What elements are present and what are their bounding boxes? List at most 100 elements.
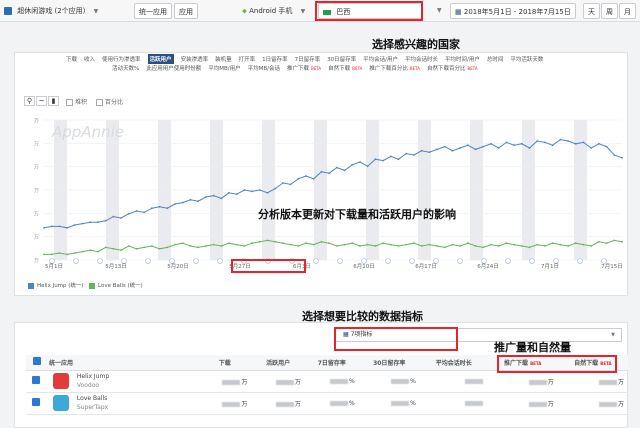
data-point[interactable] (590, 147, 593, 149)
data-point[interactable] (451, 243, 454, 246)
data-point[interactable] (328, 172, 331, 175)
data-point[interactable] (258, 189, 261, 191)
data-point[interactable] (127, 212, 130, 215)
version-marker-icon[interactable] (553, 258, 559, 264)
version-marker-icon[interactable] (49, 258, 55, 264)
data-point[interactable] (266, 239, 269, 242)
data-point[interactable] (158, 247, 161, 250)
data-point[interactable] (120, 249, 122, 252)
row-checkbox[interactable] (26, 392, 48, 415)
version-marker-icon[interactable] (481, 258, 487, 264)
data-point[interactable] (459, 245, 462, 247)
data-point[interactable] (497, 245, 500, 247)
data-point[interactable] (150, 207, 153, 210)
version-marker-icon[interactable] (193, 258, 199, 264)
data-point[interactable] (312, 177, 315, 180)
data-point[interactable] (497, 147, 500, 149)
data-point[interactable] (466, 144, 469, 147)
row-checkbox[interactable] (26, 370, 48, 393)
data-point[interactable] (413, 242, 415, 245)
data-point[interactable] (520, 245, 523, 247)
column-header-30d-retention[interactable]: 30日留存率 (358, 355, 420, 371)
data-point[interactable] (297, 177, 300, 180)
data-point[interactable] (405, 152, 408, 155)
data-point[interactable] (243, 245, 246, 247)
data-point[interactable] (574, 242, 577, 245)
version-marker-icon[interactable] (121, 258, 127, 264)
version-marker-icon[interactable] (529, 258, 535, 264)
data-point[interactable] (459, 147, 462, 149)
data-point[interactable] (397, 158, 400, 161)
data-point[interactable] (243, 189, 246, 191)
app-name[interactable]: Love Balls (77, 395, 107, 402)
data-point[interactable] (197, 246, 200, 249)
data-point[interactable] (544, 141, 546, 144)
data-point[interactable] (613, 239, 616, 242)
data-point[interactable] (335, 166, 338, 169)
version-marker-icon[interactable] (97, 258, 103, 264)
data-point[interactable] (605, 145, 608, 148)
data-point[interactable] (513, 144, 516, 147)
data-point[interactable] (189, 245, 192, 247)
data-point[interactable] (605, 242, 608, 245)
data-point[interactable] (320, 240, 323, 243)
version-marker-icon[interactable] (169, 258, 175, 264)
version-marker-icon[interactable] (73, 258, 79, 264)
data-point[interactable] (505, 242, 508, 245)
version-marker-icon[interactable] (409, 258, 415, 264)
data-point[interactable] (382, 159, 384, 162)
data-point[interactable] (81, 222, 84, 225)
data-point[interactable] (181, 242, 184, 245)
data-point[interactable] (297, 245, 300, 247)
data-point[interactable] (536, 243, 539, 246)
data-point[interactable] (274, 187, 277, 190)
data-point[interactable] (66, 226, 69, 229)
version-marker-icon[interactable] (457, 258, 463, 264)
version-marker-icon[interactable] (313, 258, 319, 264)
data-point[interactable] (374, 158, 377, 161)
data-point[interactable] (266, 191, 269, 194)
data-point[interactable] (228, 191, 230, 194)
data-point[interactable] (235, 243, 238, 246)
data-point[interactable] (189, 198, 192, 201)
data-point[interactable] (574, 142, 577, 145)
data-point[interactable] (66, 253, 69, 256)
data-point[interactable] (436, 245, 438, 247)
version-marker-icon[interactable] (145, 258, 151, 264)
data-point[interactable] (351, 242, 354, 245)
data-point[interactable] (112, 215, 115, 218)
data-point[interactable] (97, 221, 99, 224)
data-point[interactable] (366, 243, 369, 246)
column-header-7d-retention[interactable]: 7日留存率 (304, 355, 359, 371)
data-point[interactable] (204, 245, 207, 247)
version-marker-icon[interactable] (337, 258, 343, 264)
data-point[interactable] (335, 245, 338, 247)
data-point[interactable] (405, 243, 408, 246)
data-point[interactable] (443, 145, 446, 148)
data-point[interactable] (143, 246, 146, 249)
data-point[interactable] (89, 221, 92, 224)
version-marker-icon[interactable] (217, 258, 223, 264)
data-point[interactable] (166, 246, 169, 249)
data-point[interactable] (374, 245, 377, 247)
data-point[interactable] (536, 140, 539, 142)
data-point[interactable] (474, 148, 477, 151)
data-point[interactable] (420, 245, 423, 247)
data-point[interactable] (251, 242, 253, 245)
data-point[interactable] (343, 243, 346, 246)
data-point[interactable] (228, 242, 230, 245)
data-point[interactable] (490, 243, 492, 246)
legend-series-2[interactable]: Love Balls (统一) (89, 281, 143, 289)
data-point[interactable] (81, 250, 84, 253)
data-point[interactable] (212, 243, 215, 246)
data-point[interactable] (158, 205, 161, 208)
data-point[interactable] (235, 193, 238, 196)
data-point[interactable] (551, 144, 554, 147)
version-marker-icon[interactable] (505, 258, 511, 264)
data-point[interactable] (597, 240, 600, 243)
data-point[interactable] (559, 243, 562, 246)
data-point[interactable] (174, 243, 176, 246)
data-point[interactable] (482, 246, 485, 249)
data-point[interactable] (174, 203, 176, 205)
data-point[interactable] (505, 141, 508, 144)
